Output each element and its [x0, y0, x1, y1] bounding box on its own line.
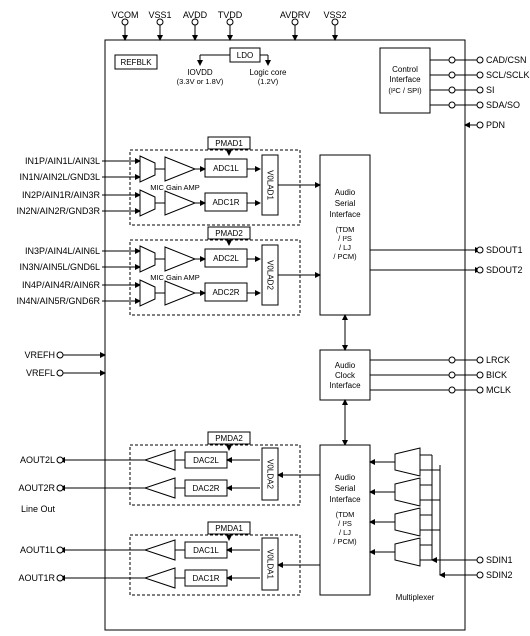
asi-adc-n3: / LJ	[339, 243, 351, 252]
volad1-label: V0LAD1	[266, 170, 275, 200]
pin-in2n: IN2N/AIN2R/GND3R	[16, 206, 100, 216]
pin-aout1r: AOUT1R	[18, 573, 55, 583]
pin-lrck: LRCK	[486, 355, 510, 365]
pin-sdout2: SDOUT2	[486, 265, 523, 275]
adc2r-label: ADC2R	[212, 288, 239, 297]
logiccore-label: Logic core	[250, 68, 287, 77]
pmda1-label: PMDA1	[215, 524, 243, 533]
asi-adc-n2: / I²S	[338, 234, 352, 243]
pin-in3n: IN3N/AIN5L/GND6L	[19, 262, 100, 272]
pin-aout1l: AOUT1L	[20, 545, 55, 555]
pin-aout2r: AOUT2R	[18, 483, 55, 493]
pin-bick: BICK	[486, 370, 507, 380]
top-pins: VCOM VSS1 AVDD TVDD AVDRV VSS2	[112, 10, 347, 40]
control-sub: Interface	[389, 75, 421, 84]
volda1-label: V0LDA1	[266, 549, 275, 579]
adc1r-label: ADC1R	[212, 198, 239, 207]
pin-sdin1: SDIN1	[486, 555, 513, 565]
mic-amp-1: MIC Gain AMP	[150, 183, 200, 192]
pin-sdin2: SDIN2	[486, 570, 513, 580]
pin-in4p: IN4P/AIN4R/AIN6R	[22, 280, 101, 290]
pin-aout2l: AOUT2L	[20, 455, 55, 465]
volad2-label: V0LAD2	[266, 260, 275, 290]
asi-adc-n1: (TDM	[336, 225, 355, 234]
clock-l3: Interface	[329, 381, 361, 390]
mic-amp-2: MIC Gain AMP	[150, 273, 200, 282]
pin-cad: CAD/CSN	[486, 55, 527, 65]
control-title: Control	[392, 65, 418, 74]
pin-mclk: MCLK	[486, 385, 511, 395]
dac2l-label: DAC2L	[193, 456, 219, 465]
asi-dac-l3: Interface	[329, 495, 361, 504]
pin-in3p: IN3P/AIN4L/AIN6L	[25, 246, 100, 256]
pin-tvdd: TVDD	[218, 10, 243, 20]
asi-dac-l2: Serial	[335, 484, 356, 493]
adc2l-label: ADC2L	[213, 254, 239, 263]
refblk-label: REFBLK	[120, 58, 152, 67]
adc1l-label: ADC1L	[213, 164, 239, 173]
pmad2-label: PMAD2	[215, 229, 243, 238]
asi-adc-l1: Audio	[335, 188, 356, 197]
pmda2-label: PMDA2	[215, 434, 243, 443]
clock-l1: Audio	[335, 361, 356, 370]
pin-scl: SCL/SCLK	[486, 70, 530, 80]
asi-dac-n3: / LJ	[339, 528, 351, 537]
asi-adc-l2: Serial	[335, 199, 356, 208]
iovdd-note: (3.3V or 1.8V)	[177, 77, 224, 86]
pin-in2p: IN2P/AIN1R/AIN3R	[22, 190, 101, 200]
pin-sdout1: SDOUT1	[486, 245, 523, 255]
asi-adc-n4: / PCM)	[333, 252, 357, 261]
pmad1-label: PMAD1	[215, 139, 243, 148]
asi-dac-l1: Audio	[335, 473, 356, 482]
dac1l-label: DAC1L	[193, 546, 219, 555]
control-note: (I²C / SPI)	[388, 86, 422, 95]
pin-vrefl: VREFL	[26, 368, 55, 378]
dac1r-label: DAC1R	[192, 574, 219, 583]
ldo-label: LDO	[237, 51, 253, 60]
pin-si: SI	[486, 85, 495, 95]
asi-adc-l3: Interface	[329, 210, 361, 219]
volda2-label: V0LDA2	[266, 459, 275, 489]
pin-vrefh: VREFH	[24, 350, 55, 360]
asi-dac-n4: / PCM)	[333, 537, 357, 546]
iovdd-label: IOVDD	[187, 68, 213, 77]
asi-dac-n2: / I²S	[338, 519, 352, 528]
line-out-label: Line Out	[21, 504, 56, 514]
pin-in1n: IN1N/AIN2L/GND3L	[19, 172, 100, 182]
pin-sda: SDA/SO	[486, 100, 520, 110]
mux-label: Multiplexer	[396, 593, 435, 602]
asi-dac-n1: (TDM	[336, 510, 355, 519]
clock-l2: Clock	[335, 371, 356, 380]
pin-avdd: AVDD	[183, 10, 208, 20]
pin-in1p: IN1P/AIN1L/AIN3L	[25, 156, 100, 166]
pin-in4n: IN4N/AIN5R/GND6R	[16, 296, 100, 306]
pin-pdn: PDN	[486, 120, 505, 130]
logiccore-note: (1.2V)	[258, 77, 279, 86]
dac2r-label: DAC2R	[192, 484, 219, 493]
